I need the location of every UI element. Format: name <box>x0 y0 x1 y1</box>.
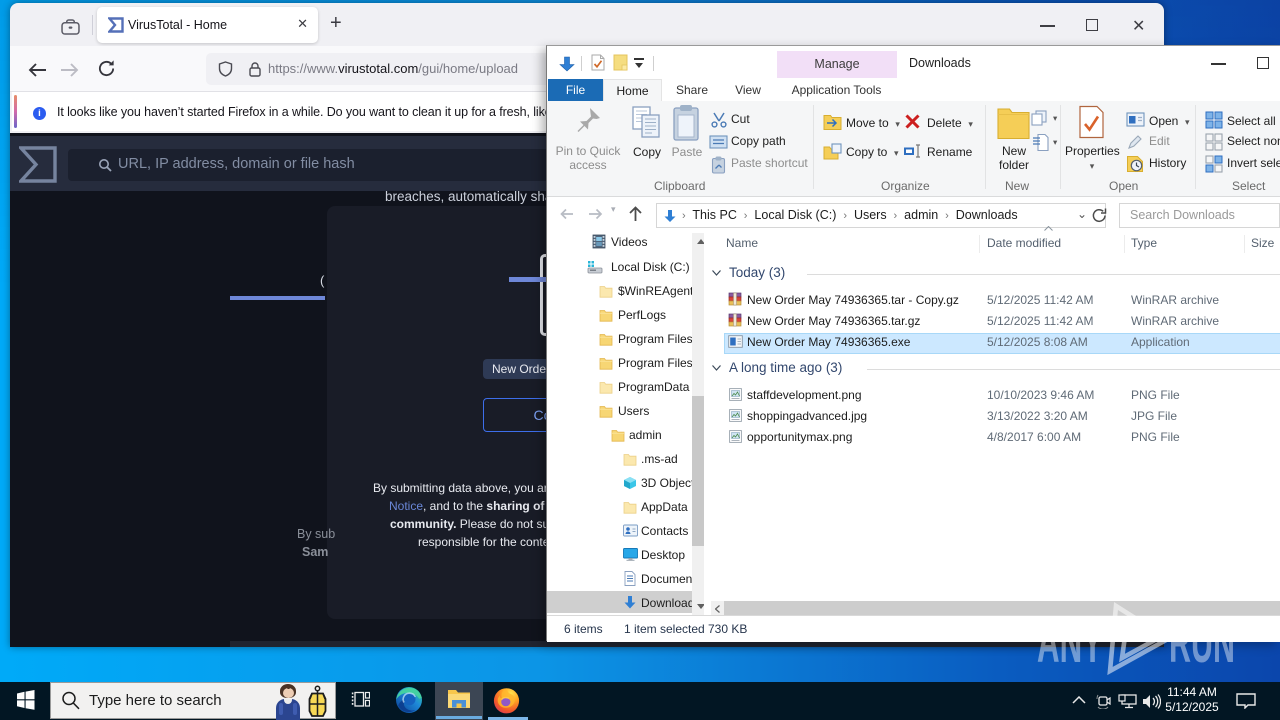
svg-text:ANY: ANY <box>1037 610 1103 675</box>
svg-text:RUN: RUN <box>1169 610 1235 675</box>
